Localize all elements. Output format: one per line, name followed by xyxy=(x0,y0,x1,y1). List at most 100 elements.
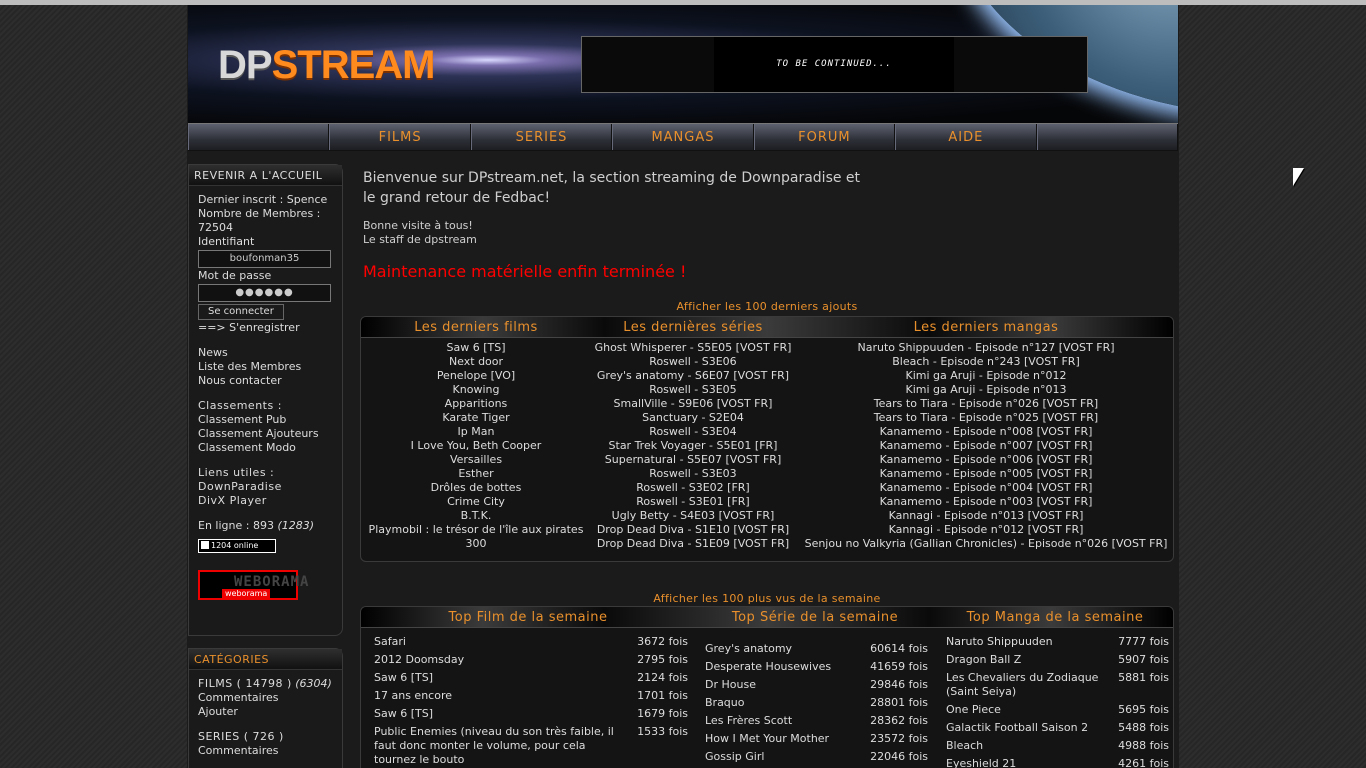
latest-film-item[interactable]: Saw 6 [TS] xyxy=(369,341,584,355)
top-film-row-title[interactable]: Public Enemies (niveau du son très faibl… xyxy=(374,725,624,767)
ad-banner[interactable]: TO BE CONTINUED... xyxy=(581,36,1088,93)
top-film-row-title[interactable]: 2012 Doomsday xyxy=(374,653,624,667)
top-series-row-title[interactable]: Dr House xyxy=(705,678,865,692)
series-comments-link[interactable]: Commentaires xyxy=(198,744,333,758)
top-manga-row-title[interactable]: Bleach xyxy=(946,739,1111,753)
top-series-row-title[interactable]: Les Frères Scott xyxy=(705,714,865,728)
latest-series-item[interactable]: Roswell - S3E05 xyxy=(595,383,792,397)
weborama-badge[interactable]: WEBORAMA weborama xyxy=(198,570,308,600)
films-comments-link[interactable]: Commentaires xyxy=(198,691,333,705)
top-series-row-views: 28362 fois xyxy=(870,714,928,727)
top-manga-row: Bleach 4988 fois xyxy=(946,739,1169,753)
nav-forum[interactable]: FORUM xyxy=(753,124,896,150)
top-manga-row-title[interactable]: Naruto Shippuuden xyxy=(946,635,1111,649)
top-film-row-views: 2795 fois xyxy=(637,653,688,666)
latest-manga-item[interactable]: Kanamemo - Episode n°005 [VOST FR] xyxy=(805,467,1168,481)
latest-series-item[interactable]: Roswell - S3E03 xyxy=(595,467,792,481)
latest-series-item[interactable]: Star Trek Voyager - S5E01 [FR] xyxy=(595,439,792,453)
latest-film-item[interactable]: Crime City xyxy=(369,495,584,509)
top-manga-row-title[interactable]: One Piece xyxy=(946,703,1111,717)
home-link[interactable]: REVENIR A L'ACCUEIL xyxy=(189,165,342,186)
latest-film-item[interactable]: Apparitions xyxy=(369,397,584,411)
top-series-row-title[interactable]: Desperate Housewives xyxy=(705,660,865,674)
latest-manga-item[interactable]: Kimi ga Aruji - Episode n°013 xyxy=(805,383,1168,397)
latest-film-item[interactable]: B.T.K. xyxy=(369,509,584,523)
series-category[interactable]: SERIES ( 726 ) xyxy=(198,730,333,744)
latest-manga-item[interactable]: Kanamemo - Episode n°008 [VOST FR] xyxy=(805,425,1168,439)
latest-manga-item[interactable]: Naruto Shippuuden - Episode n°127 [VOST … xyxy=(805,341,1168,355)
latest-film-item[interactable]: Playmobil : le trésor de l'île aux pirat… xyxy=(369,523,584,537)
nav-aide[interactable]: AIDE xyxy=(895,124,1037,150)
latest-manga-item[interactable]: Kanamemo - Episode n°004 [VOST FR] xyxy=(805,481,1168,495)
top-film-row-title[interactable]: Saw 6 [TS] xyxy=(374,707,624,721)
top-film-row-title[interactable]: Safari xyxy=(374,635,624,649)
welcome-text: Bienvenue sur DPstream.net, la section s… xyxy=(363,170,861,206)
latest-series-item[interactable]: Ugly Betty - S4E03 [VOST FR] xyxy=(595,509,792,523)
latest-series-item[interactable]: Roswell - S3E02 [FR] xyxy=(595,481,792,495)
latest-film-item[interactable]: Next door xyxy=(369,355,584,369)
latest-manga-item[interactable]: Kannagi - Episode n°012 [VOST FR] xyxy=(805,523,1168,537)
connect-button[interactable]: Se connecter xyxy=(198,304,284,320)
sidebar-link-members[interactable]: Liste des Membres xyxy=(198,360,333,374)
latest-manga-item[interactable]: Kanamemo - Episode n°007 [VOST FR] xyxy=(805,439,1168,453)
ranking-ajouteurs[interactable]: Classement Ajouteurs xyxy=(198,427,333,441)
useful-downparadise[interactable]: DownParadise xyxy=(198,480,333,494)
top-series-row-title[interactable]: Gossip Girl xyxy=(705,750,865,764)
top-manga-row-title[interactable]: Galactik Football Saison 2 xyxy=(946,721,1111,735)
login-input[interactable]: boufonman35 xyxy=(198,250,331,268)
latest-film-item[interactable]: Knowing xyxy=(369,383,584,397)
latest-series-item[interactable]: Supernatural - S5E07 [VOST FR] xyxy=(595,453,792,467)
top-film-row-title[interactable]: 17 ans encore xyxy=(374,689,624,703)
latest-series-item[interactable]: Sanctuary - S2E04 xyxy=(595,411,792,425)
top-series-row-title[interactable]: Grey's anatomy xyxy=(705,642,865,656)
ranking-modo[interactable]: Classement Modo xyxy=(198,441,333,455)
useful-divx[interactable]: DivX Player xyxy=(198,494,333,508)
top-series-row-title[interactable]: Braquo xyxy=(705,696,865,710)
latest-manga-item[interactable]: Kimi ga Aruji - Episode n°012 xyxy=(805,369,1168,383)
top-series-row-title[interactable]: How I Met Your Mother xyxy=(705,732,865,746)
latest-manga-item[interactable]: Kanamemo - Episode n°003 [VOST FR] xyxy=(805,495,1168,509)
top-film-row-views: 1533 fois xyxy=(637,725,688,738)
top-100-link[interactable]: Afficher les 100 plus vus de la semaine xyxy=(357,592,1177,605)
top-manga-row-title[interactable]: Les Chevaliers du Zodiaque (Saint Seiya) xyxy=(946,671,1111,699)
nav-films[interactable]: FILMS xyxy=(329,124,471,150)
online-badge[interactable]: 1204 online xyxy=(198,539,276,553)
latest-series-item[interactable]: Drop Dead Diva - S1E10 [VOST FR] xyxy=(595,523,792,537)
latest-series-item[interactable]: Roswell - S3E06 xyxy=(595,355,792,369)
latest-manga-item[interactable]: Tears to Tiara - Episode n°025 [VOST FR] xyxy=(805,411,1168,425)
films-add-link[interactable]: Ajouter xyxy=(198,705,333,719)
latest-film-item[interactable]: I Love You, Beth Cooper xyxy=(369,439,584,453)
ranking-pub[interactable]: Classement Pub xyxy=(198,413,333,427)
latest-100-link[interactable]: Afficher les 100 derniers ajouts xyxy=(357,300,1177,313)
latest-film-item[interactable]: Versailles xyxy=(369,453,584,467)
latest-series-item[interactable]: Ghost Whisperer - S5E05 [VOST FR] xyxy=(595,341,792,355)
latest-manga-item[interactable]: Senjou no Valkyria (Gallian Chronicles) … xyxy=(805,537,1168,551)
latest-series-item[interactable]: Roswell - S3E01 [FR] xyxy=(595,495,792,509)
nav-mangas[interactable]: MANGAS xyxy=(612,124,754,150)
site-logo[interactable]: DPSTREAM xyxy=(218,43,435,88)
latest-manga-item[interactable]: Kannagi - Episode n°013 [VOST FR] xyxy=(805,509,1168,523)
top-manga-row-title[interactable]: Eyeshield 21 xyxy=(946,757,1111,768)
logo-dp: DP xyxy=(218,43,273,87)
top-manga-row-title[interactable]: Dragon Ball Z xyxy=(946,653,1111,667)
latest-film-item[interactable]: Karate Tiger xyxy=(369,411,584,425)
latest-manga-item[interactable]: Tears to Tiara - Episode n°026 [VOST FR] xyxy=(805,397,1168,411)
latest-film-item[interactable]: Penelope [VO] xyxy=(369,369,584,383)
latest-film-item[interactable]: Ip Man xyxy=(369,425,584,439)
films-category[interactable]: FILMS ( 14798 ) (6304) xyxy=(198,677,333,691)
sidebar-link-contact[interactable]: Nous contacter xyxy=(198,374,333,388)
sidebar-link-news[interactable]: News xyxy=(198,346,333,360)
latest-series-item[interactable]: SmallVille - S9E06 [VOST FR] xyxy=(595,397,792,411)
latest-series-item[interactable]: Grey's anatomy - S6E07 [VOST FR] xyxy=(595,369,792,383)
latest-film-item[interactable]: Drôles de bottes xyxy=(369,481,584,495)
latest-manga-item[interactable]: Bleach - Episode n°243 [VOST FR] xyxy=(805,355,1168,369)
latest-film-item[interactable]: 300 xyxy=(369,537,584,551)
latest-film-item[interactable]: Esther xyxy=(369,467,584,481)
top-film-row-title[interactable]: Saw 6 [TS] xyxy=(374,671,624,685)
password-input[interactable]: ●●●●●● xyxy=(198,284,331,302)
nav-series[interactable]: SERIES xyxy=(470,124,613,150)
latest-series-item[interactable]: Drop Dead Diva - S1E09 [VOST FR] xyxy=(595,537,792,551)
latest-series-item[interactable]: Roswell - S3E04 xyxy=(595,425,792,439)
register-link[interactable]: ==> S'enregistrer xyxy=(198,321,333,335)
latest-manga-item[interactable]: Kanamemo - Episode n°006 [VOST FR] xyxy=(805,453,1168,467)
